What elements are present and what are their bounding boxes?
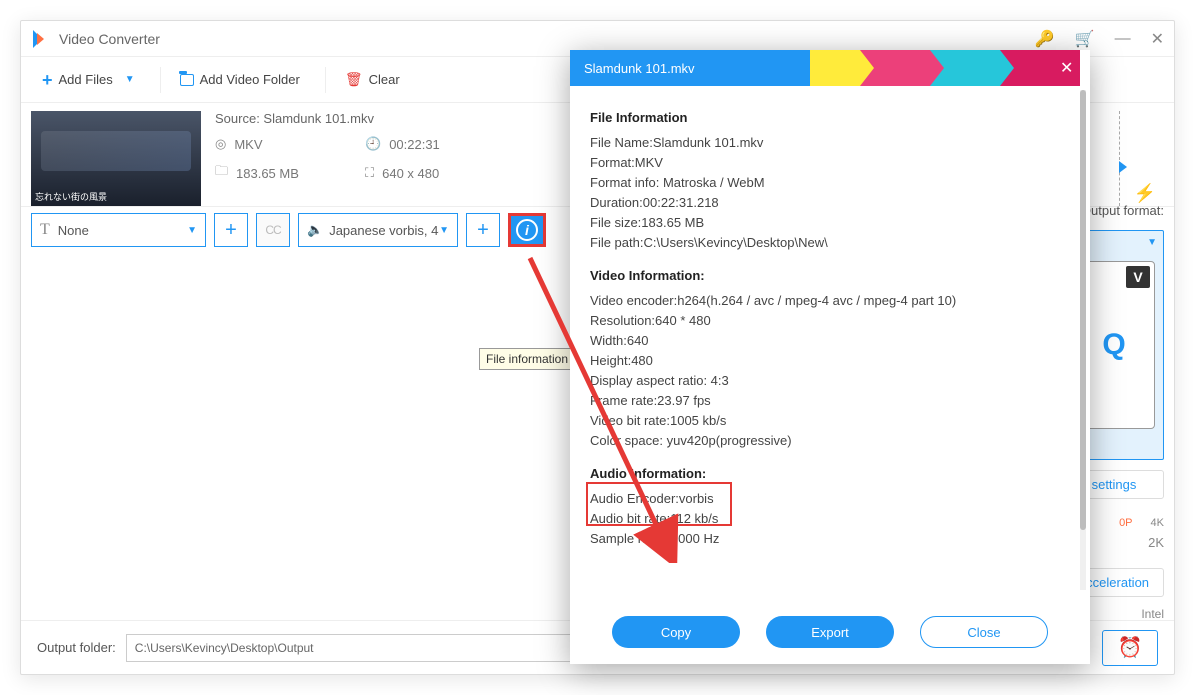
splitter bbox=[1119, 111, 1120, 206]
audio-track-select[interactable]: 🔈 Japanese vorbis, 480 ▼ bbox=[298, 213, 458, 247]
clear-label: Clear bbox=[369, 72, 400, 87]
info-color-space: Color space: yuv420p(progressive) bbox=[590, 433, 1070, 448]
info-audio-encoder: Audio Encoder:vorbis bbox=[590, 491, 1070, 506]
chevron-down-icon: ▼ bbox=[1147, 237, 1157, 248]
add-audio-button[interactable]: + bbox=[466, 213, 500, 247]
tooltip: File information bbox=[479, 348, 575, 370]
info-file-path: File path:C:\Users\Kevincy\Desktop\New\ bbox=[590, 235, 1070, 250]
speaker-icon: 🔈 bbox=[307, 222, 323, 238]
dialog-title: Slamdunk 101.mkv bbox=[584, 61, 695, 76]
chevron-down-icon: ▼ bbox=[439, 225, 449, 236]
separator bbox=[160, 67, 161, 93]
dialog-body: File Information File Name:Slamdunk 101.… bbox=[570, 86, 1090, 604]
info-video-width: Width:640 bbox=[590, 333, 1070, 348]
disc-icon: ◎ bbox=[215, 136, 226, 152]
section-video-info: Video Information: bbox=[590, 268, 1070, 283]
header-decoration bbox=[860, 50, 940, 86]
audio-value: Japanese vorbis, 480 bbox=[329, 223, 439, 238]
add-folder-button[interactable]: Add Video Folder bbox=[165, 65, 315, 94]
copy-button[interactable]: Copy bbox=[612, 616, 740, 648]
info-video-bitrate: Video bit rate:1005 kb/s bbox=[590, 413, 1070, 428]
add-folder-label: Add Video Folder bbox=[200, 72, 300, 87]
close-window-button[interactable]: ✕ bbox=[1151, 29, 1164, 49]
separator bbox=[325, 67, 326, 93]
info-video-height: Height:480 bbox=[590, 353, 1070, 368]
text-icon: T bbox=[40, 221, 50, 239]
res-0p-chip[interactable]: 0P bbox=[1119, 517, 1132, 529]
subtitle-value: None bbox=[58, 223, 89, 238]
info-file-size: File size:183.65 MB bbox=[590, 215, 1070, 230]
aspect-icon: ⛶ bbox=[365, 165, 374, 181]
info-video-resolution: Resolution:640 * 480 bbox=[590, 313, 1070, 328]
subtitle-select[interactable]: T None ▼ bbox=[31, 213, 206, 247]
info-format: Format:MKV bbox=[590, 155, 1070, 170]
dialog-scrollbar[interactable] bbox=[1080, 90, 1086, 590]
info-aspect-ratio: Display aspect ratio: 4:3 bbox=[590, 373, 1070, 388]
add-files-label: Add Files bbox=[59, 72, 113, 87]
bolt-icon[interactable]: ⚡ bbox=[1134, 183, 1156, 204]
thumbnail-caption: 忘れない街の風景 bbox=[35, 190, 107, 203]
header-decoration bbox=[930, 50, 1010, 86]
letter-v-badge: V bbox=[1126, 266, 1150, 288]
dialog-close-button[interactable]: ✕ bbox=[1060, 58, 1080, 78]
chevron-down-icon: ▼ bbox=[187, 225, 197, 236]
close-button[interactable]: Close bbox=[920, 616, 1048, 648]
app-logo-icon bbox=[33, 30, 51, 48]
add-files-button[interactable]: + Add Files ▼ bbox=[27, 64, 150, 96]
schedule-button[interactable]: ⏰ bbox=[1102, 630, 1158, 666]
section-audio-info: Audio Information: bbox=[590, 466, 1070, 481]
clock-icon: 🕘 bbox=[365, 136, 381, 152]
activate-key-icon[interactable]: 🔑 bbox=[1035, 29, 1055, 49]
info-video-encoder: Video encoder:h264(h.264 / avc / mpeg-4 … bbox=[590, 293, 1070, 308]
file-info-dialog: Slamdunk 101.mkv ✕ File Information File… bbox=[570, 50, 1090, 664]
video-thumbnail[interactable]: 忘れない街の風景 bbox=[31, 111, 201, 206]
arrow-right-icon bbox=[1119, 161, 1127, 173]
folder-size-icon: 🗀 bbox=[215, 162, 228, 184]
info-duration: Duration:00:22:31.218 bbox=[590, 195, 1070, 210]
info-format-info: Format info: Matroska / WebM bbox=[590, 175, 1070, 190]
export-button[interactable]: Export bbox=[766, 616, 894, 648]
format-value: MKV bbox=[234, 137, 262, 152]
resolution-value: 640 x 480 bbox=[382, 166, 439, 181]
info-sample-rate: Sample rate:48000 Hz bbox=[590, 531, 1070, 546]
dialog-header: Slamdunk 101.mkv ✕ bbox=[570, 50, 1090, 86]
trash-icon: 🗑 bbox=[345, 71, 363, 88]
info-frame-rate: Frame rate:23.97 fps bbox=[590, 393, 1070, 408]
app-title: Video Converter bbox=[59, 31, 160, 47]
info-audio-bitrate: Audio bit rate:112 kb/s bbox=[590, 511, 1070, 526]
cc-button[interactable]: CC bbox=[256, 213, 290, 247]
info-file-name: File Name:Slamdunk 101.mkv bbox=[590, 135, 1070, 150]
minimize-button[interactable]: — bbox=[1115, 30, 1131, 48]
cart-icon[interactable]: 🛒 bbox=[1075, 29, 1095, 49]
clear-button[interactable]: 🗑 Clear bbox=[330, 64, 415, 95]
info-icon: i bbox=[516, 219, 538, 241]
dialog-footer: Copy Export Close bbox=[570, 604, 1090, 660]
size-value: 183.65 MB bbox=[236, 166, 299, 181]
file-info-button[interactable]: i bbox=[508, 213, 546, 247]
plus-icon: + bbox=[42, 71, 53, 89]
folder-icon bbox=[180, 74, 194, 86]
res-4k-chip[interactable]: 4K bbox=[1151, 517, 1164, 529]
output-folder-label: Output folder: bbox=[37, 640, 116, 655]
section-file-info: File Information bbox=[590, 110, 1070, 125]
add-subtitle-button[interactable]: + bbox=[214, 213, 248, 247]
chevron-down-icon[interactable]: ▼ bbox=[125, 74, 135, 85]
duration-value: 00:22:31 bbox=[389, 137, 440, 152]
